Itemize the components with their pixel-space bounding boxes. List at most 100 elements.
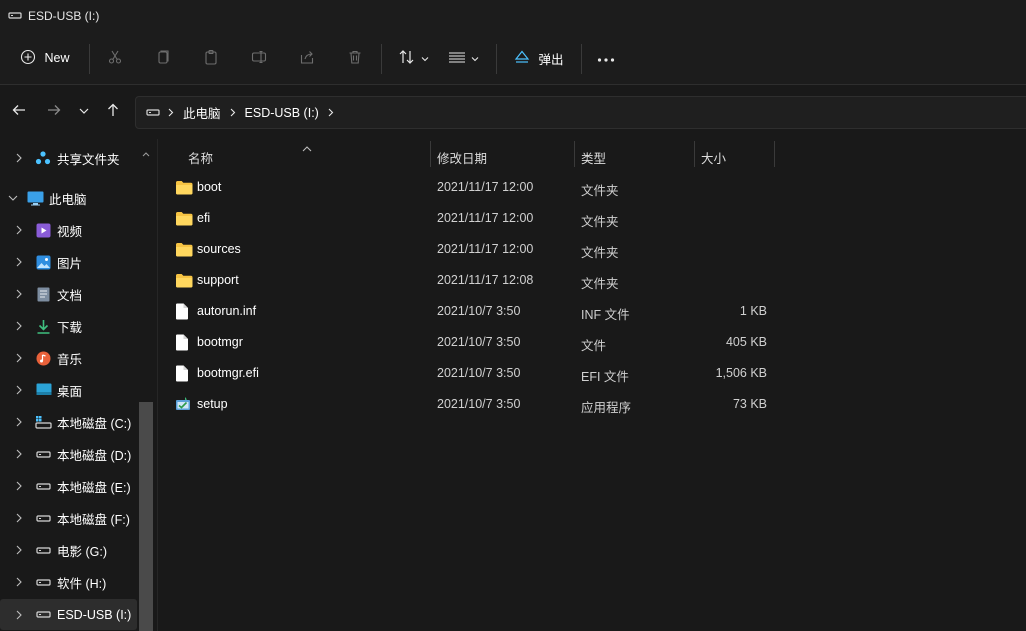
table-row[interactable]: efi 2021/11/17 12:00 文件夹: [158, 203, 1026, 234]
table-row[interactable]: support 2021/11/17 12:08 文件夹: [158, 265, 1026, 296]
breadcrumb-esd-usb[interactable]: ESD-USB (I:): [245, 106, 319, 120]
sidebar-item-local-disk-c[interactable]: 本地磁盘 (C:): [0, 407, 139, 437]
chevron-right-icon[interactable]: [16, 385, 22, 395]
chevron-down-icon: [421, 51, 429, 65]
file-date: 2021/10/7 3:50: [437, 304, 521, 318]
sidebar-item-local-disk-f[interactable]: 本地磁盘 (F:): [0, 503, 139, 533]
table-row[interactable]: bootmgr 2021/10/7 3:50 文件 405 KB: [158, 327, 1026, 358]
file-size: 73 KB: [732, 397, 767, 411]
folder-icon: [175, 178, 193, 196]
sidebar-item-pictures[interactable]: 图片: [0, 247, 139, 277]
sidebar-item-local-disk-d[interactable]: 本地磁盘 (D:): [0, 439, 139, 469]
table-row[interactable]: bootmgr.efi 2021/10/7 3:50 EFI 文件 1,506 …: [158, 358, 1026, 389]
chevron-right-icon[interactable]: [16, 225, 22, 235]
setup-app-icon: [175, 395, 193, 413]
file-date: 2021/10/7 3:50: [437, 366, 521, 380]
address-bar[interactable]: 此电脑 ESD-USB (I:): [135, 96, 1026, 129]
sidebar-item-label: 本地磁盘 (C:): [57, 416, 132, 431]
chevron-right-icon[interactable]: [16, 417, 22, 427]
file-name: efi: [197, 211, 211, 225]
chevron-right-icon[interactable]: [16, 481, 22, 491]
sidebar-item-videos[interactable]: 视频: [0, 215, 139, 245]
delete-button[interactable]: [340, 41, 370, 75]
more-options-button[interactable]: [591, 41, 621, 75]
chevron-right-icon[interactable]: [16, 153, 22, 163]
chevron-right-icon[interactable]: [16, 610, 22, 620]
eject-button[interactable]: 弹出: [508, 41, 570, 75]
chevron-down-icon[interactable]: [8, 195, 18, 201]
breadcrumb-chevron-icon[interactable]: [328, 108, 334, 117]
drive-icon: [36, 546, 51, 555]
navigation-row: 此电脑 ESD-USB (I:): [0, 85, 1026, 139]
sidebar-item-movies-g[interactable]: 电影 (G:): [0, 535, 139, 565]
table-row[interactable]: boot 2021/11/17 12:00 文件夹: [158, 172, 1026, 203]
chevron-right-icon[interactable]: [16, 577, 22, 587]
chevron-right-icon[interactable]: [16, 321, 22, 331]
file-name: boot: [197, 180, 222, 194]
file-type: 文件夹: [581, 246, 619, 260]
chevron-right-icon[interactable]: [16, 545, 22, 555]
column-divider[interactable]: [574, 141, 575, 167]
sidebar-item-downloads[interactable]: 下载: [0, 311, 139, 341]
sort-button[interactable]: [392, 41, 434, 75]
column-divider[interactable]: [430, 141, 431, 167]
column-divider[interactable]: [694, 141, 695, 167]
toolbar-divider: [496, 44, 497, 74]
share-icon: [299, 49, 315, 68]
sidebar-item-esd-usb[interactable]: ESD-USB (I:): [0, 599, 137, 630]
toolbar-divider: [89, 44, 90, 74]
sidebar-item-shared-folder[interactable]: 共享文件夹: [0, 143, 139, 173]
chevron-down-icon: [471, 51, 479, 65]
view-button[interactable]: [442, 41, 484, 75]
chevron-right-icon[interactable]: [16, 513, 22, 523]
sidebar-item-label: 本地磁盘 (E:): [57, 480, 131, 495]
sidebar-item-label: ESD-USB (I:): [57, 607, 132, 622]
back-button[interactable]: [7, 99, 31, 123]
column-header-date-modified[interactable]: 修改日期: [437, 145, 575, 169]
file-date: 2021/11/17 12:00: [437, 211, 534, 225]
file-name: sources: [197, 242, 241, 256]
sidebar-item-this-pc[interactable]: 此电脑: [0, 183, 139, 213]
chevron-right-icon[interactable]: [16, 449, 22, 459]
chevron-right-icon[interactable]: [16, 289, 22, 299]
cut-button[interactable]: [100, 41, 130, 75]
copy-button[interactable]: [148, 41, 178, 75]
column-header-type[interactable]: 类型: [581, 145, 694, 169]
sidebar-scrollbar-thumb[interactable]: [139, 402, 153, 631]
sidebar-item-label: 本地磁盘 (D:): [57, 448, 132, 463]
up-button[interactable]: [101, 99, 125, 123]
chevron-right-icon[interactable]: [16, 257, 22, 267]
new-button[interactable]: New: [12, 41, 78, 75]
share-button[interactable]: [292, 41, 322, 75]
column-header-size[interactable]: 大小: [701, 145, 773, 169]
window-title: ESD-USB (I:): [28, 9, 100, 23]
chevron-right-icon[interactable]: [16, 353, 22, 363]
table-row[interactable]: sources 2021/11/17 12:00 文件夹: [158, 234, 1026, 265]
forward-button[interactable]: [42, 99, 66, 123]
sidebar-item-software-h[interactable]: 软件 (H:): [0, 567, 139, 597]
sidebar-item-music[interactable]: 音乐: [0, 343, 139, 373]
file-name: setup: [197, 397, 228, 411]
sidebar-item-documents[interactable]: 文档: [0, 279, 139, 309]
recent-locations-button[interactable]: [72, 99, 96, 123]
sidebar-item-desktop[interactable]: 桌面: [0, 375, 139, 405]
file-icon: [175, 364, 193, 382]
downloads-icon: [36, 319, 51, 334]
rename-button[interactable]: [244, 41, 274, 75]
column-header-label: 类型: [581, 151, 607, 166]
copy-icon: [155, 49, 171, 68]
column-divider[interactable]: [774, 141, 775, 167]
table-row[interactable]: autorun.inf 2021/10/7 3:50 INF 文件 1 KB: [158, 296, 1026, 327]
sort-ascending-icon: [302, 141, 312, 155]
sidebar-item-label: 文档: [57, 288, 83, 303]
table-row[interactable]: setup 2021/10/7 3:50 应用程序 73 KB: [158, 389, 1026, 420]
scroll-up-arrow-icon[interactable]: [142, 146, 150, 160]
breadcrumb-chevron-icon[interactable]: [230, 108, 236, 117]
paste-button[interactable]: [196, 41, 226, 75]
file-name: bootmgr: [197, 335, 243, 349]
sidebar-item-local-disk-e[interactable]: 本地磁盘 (E:): [0, 471, 139, 501]
command-bar: New 弹出: [0, 32, 1026, 85]
breadcrumb-this-pc[interactable]: 此电脑: [183, 103, 221, 122]
sidebar-item-label: 音乐: [57, 352, 83, 367]
breadcrumb-chevron-icon[interactable]: [168, 108, 174, 117]
